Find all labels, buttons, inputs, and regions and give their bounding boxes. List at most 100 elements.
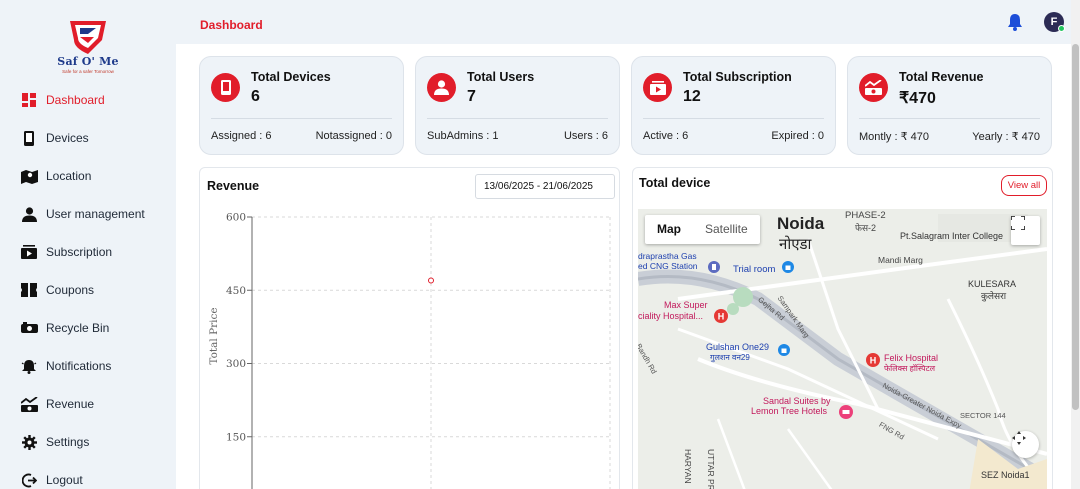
- map-label-lemon-tree: Lemon Tree Hotels: [751, 406, 828, 416]
- recenter-icon[interactable]: [1012, 431, 1039, 458]
- hotel-marker-icon[interactable]: [839, 405, 853, 419]
- sidebar-item-label: Coupons: [46, 283, 95, 297]
- map-label-gulshan: Gulshan One29: [706, 342, 770, 352]
- map-label-college: Pt.Salagram Inter College: [900, 231, 1004, 241]
- sidebar-item-dashboard[interactable]: Dashboard: [0, 81, 176, 119]
- card-value: 12: [683, 88, 701, 105]
- sidebar-item-coupons[interactable]: Coupons: [0, 271, 176, 309]
- sidebar-item-logout[interactable]: Logout: [0, 461, 176, 489]
- card-right-stat: Expired : 0: [771, 130, 824, 142]
- top-header: Dashboard F: [176, 0, 1080, 44]
- card-title: Total Users: [467, 70, 535, 84]
- coupon-icon: [20, 281, 38, 299]
- sidebar-item-devices[interactable]: Devices: [0, 119, 176, 157]
- card-title: Total Revenue: [899, 70, 984, 84]
- hospital-marker-icon[interactable]: H: [866, 353, 880, 367]
- notification-bell-icon[interactable]: [1005, 12, 1025, 32]
- sidebar-item-label: Revenue: [46, 397, 95, 411]
- map-label-sez-noida: SEZ Noida1: [981, 470, 1030, 480]
- stat-card-total-devices: Total Devices 6 Assigned : 6 Notassigned…: [199, 56, 404, 155]
- map-type-satellite-button[interactable]: Satellite: [693, 215, 760, 244]
- sidebar-item-location[interactable]: Location: [0, 157, 176, 195]
- card-title: Total Subscription: [683, 70, 792, 84]
- card-value: 6: [251, 88, 260, 105]
- map-label-mandi-marg: Mandi Marg: [878, 255, 923, 265]
- sidebar-item-notifications[interactable]: Notifications: [0, 347, 176, 385]
- sidebar-item-revenue[interactable]: Revenue: [0, 385, 176, 423]
- map-label-haryana: HARYAN: [683, 449, 693, 484]
- user-icon: [20, 205, 38, 223]
- sidebar-item-label: Location: [46, 169, 92, 183]
- sidebar-item-subscription[interactable]: Subscription: [0, 233, 176, 271]
- card-left-stat: Active : 6: [643, 130, 689, 142]
- y-tick-label: 600: [226, 212, 246, 224]
- chart-data-point: [428, 277, 434, 284]
- shopping-marker-icon[interactable]: [778, 344, 790, 356]
- map-icon: [20, 167, 38, 185]
- map-label-speciality-hospital: ciality Hospital...: [638, 311, 704, 321]
- scrollbar-thumb[interactable]: [1072, 44, 1079, 410]
- fullscreen-icon[interactable]: [1011, 216, 1040, 245]
- map-label-max-hospital: Max Super: [664, 300, 708, 310]
- y-axis-label: Total Price: [208, 307, 220, 364]
- map-label-gulshan-hindi: गुलशन वन29: [710, 353, 750, 362]
- dashboard-icon: [20, 91, 38, 109]
- page-title: Dashboard: [200, 18, 263, 32]
- sidebar-item-user-management[interactable]: User management: [0, 195, 176, 233]
- map-label-uttar-pradesh: UTTAR PRADE: [706, 449, 716, 489]
- card-value: ₹470: [899, 90, 936, 107]
- shopping-marker-icon[interactable]: [782, 261, 794, 273]
- card-left-stat: Montly : ₹ 470: [859, 131, 929, 143]
- brand-name: Saf O' Me: [57, 55, 119, 68]
- map-type-map-button[interactable]: Map: [645, 215, 693, 244]
- page-scrollbar[interactable]: [1071, 0, 1080, 489]
- map-label-noida-hindi: नोएडा: [779, 236, 812, 253]
- brand-tagline: Safe for a safer Tomorrow: [62, 69, 114, 74]
- hospital-marker-icon[interactable]: H: [714, 309, 728, 323]
- sidebar-item-label: Notifications: [46, 359, 112, 373]
- revenue-icon: [20, 395, 38, 413]
- revenue-panel: Revenue 13/06/2025 - 21/06/2025 600 450 30…: [199, 167, 620, 489]
- map-label-cng-station: ed CNG Station: [638, 261, 698, 271]
- notification-bell-icon: [20, 357, 38, 375]
- sidebar-item-label: User management: [46, 207, 145, 221]
- map-label-felix-hospital-hindi: फेलिक्स हॉस्पिटल: [884, 364, 936, 373]
- sidebar-item-label: Recycle Bin: [46, 321, 110, 335]
- sidebar-item-settings[interactable]: Settings: [0, 423, 176, 461]
- card-divider: [427, 118, 608, 119]
- gear-icon: [20, 433, 38, 451]
- sidebar-item-recycle-bin[interactable]: Recycle Bin: [0, 309, 176, 347]
- map-label-sandal-suites: Sandal Suites by: [763, 396, 831, 406]
- card-divider: [643, 118, 824, 119]
- sidebar-item-label: Devices: [46, 131, 89, 145]
- view-all-button[interactable]: View all: [1001, 175, 1047, 196]
- y-tick-label: 450: [226, 285, 246, 297]
- card-divider: [859, 118, 1040, 119]
- sidebar-nav: Dashboard Devices Location User manageme…: [0, 81, 176, 489]
- revenue-icon: [859, 73, 888, 102]
- map-label-felix-hospital: Felix Hospital: [884, 353, 939, 363]
- map-label-phase-2: PHASE-2: [845, 210, 886, 221]
- subscription-icon: [20, 243, 38, 261]
- shield-logo-icon: [70, 21, 106, 54]
- device-map[interactable]: Map Satellite Noida नोएडा PHASE-2 फेस-2 …: [638, 209, 1047, 489]
- card-left-stat: SubAdmins : 1: [427, 130, 499, 142]
- card-right-stat: Users : 6: [563, 130, 608, 142]
- map-label-kulesara: KULESARA: [968, 279, 1017, 289]
- map-label-noida: Noida: [777, 214, 825, 233]
- svg-text:H: H: [718, 312, 725, 322]
- map-label-phase-2-hindi: फेस-2: [855, 223, 877, 233]
- y-tick-label: 300: [226, 358, 246, 370]
- card-divider: [211, 118, 392, 119]
- user-icon: [427, 73, 456, 102]
- device-icon: [20, 129, 38, 147]
- card-right-stat: Yearly : ₹ 470: [972, 131, 1040, 143]
- stat-card-total-users: Total Users 7 SubAdmins : 1 Users : 6: [415, 56, 620, 155]
- map-label-gas-station: draprastha Gas: [638, 251, 697, 261]
- fuel-marker-icon[interactable]: [708, 261, 720, 273]
- revenue-chart: 600 450 300 150 Total Price: [208, 212, 611, 489]
- brand-logo: Saf O' Me Safe for a safer Tomorrow: [52, 18, 124, 78]
- sidebar-item-label: Dashboard: [46, 93, 105, 107]
- sidebar-item-label: Logout: [46, 473, 83, 487]
- total-device-panel: Total device View all Map Satellite Noid…: [632, 167, 1053, 489]
